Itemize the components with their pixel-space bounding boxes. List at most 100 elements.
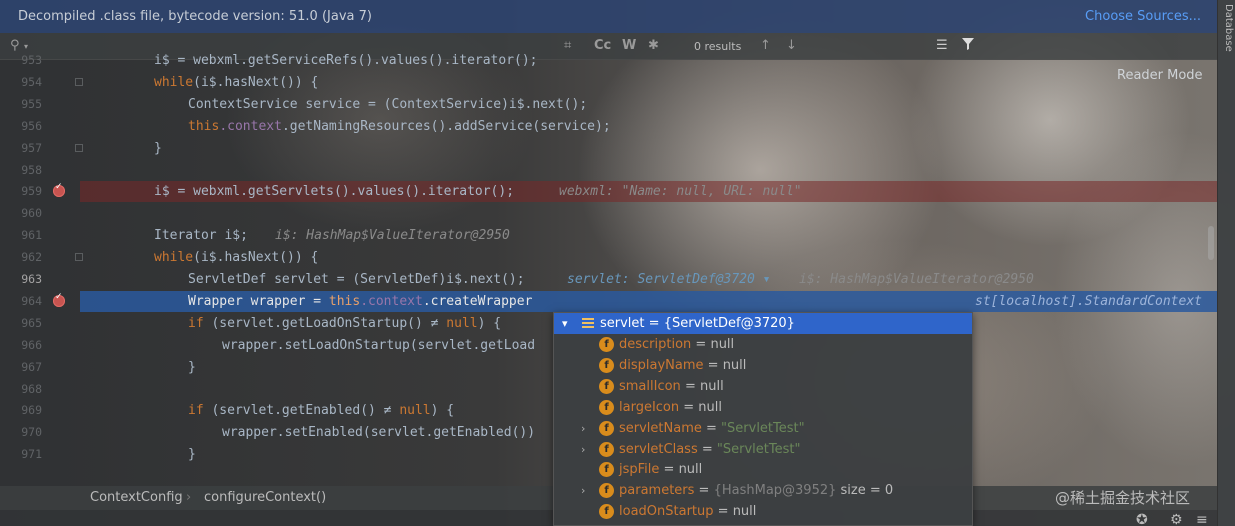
code-line[interactable]: this.context.getNamingResources().addSer… — [80, 116, 1217, 137]
code-line[interactable]: } — [80, 138, 1217, 159]
debugger-settings-icon[interactable]: ✪ — [1136, 512, 1148, 526]
code-line[interactable]: Wrapper wrapper = this.context.createWra… — [80, 290, 1217, 312]
tree-row-jspfile[interactable]: f jspFile = null — [554, 459, 972, 480]
field-icon: f — [599, 483, 614, 499]
decompiled-banner: Decompiled .class file, bytecode version… — [0, 0, 1217, 33]
code-text: wrapper.setEnabled(servlet.getEnabled()) — [222, 425, 536, 441]
field-value: "ServletTest" — [721, 420, 805, 436]
field-value: "ServletTest" — [716, 441, 801, 457]
line-number[interactable]: 968 — [0, 379, 42, 400]
line-number[interactable]: 960 — [0, 203, 42, 224]
chevron-right-icon[interactable]: › — [581, 439, 585, 460]
field-icon: f — [599, 378, 614, 394]
field-name: smallIcon — [619, 378, 681, 394]
code-text: this.context.getNamingResources().addSer… — [188, 118, 611, 134]
code-line[interactable]: i$ = webxml.getServlets().values().itera… — [80, 181, 1217, 203]
field-value: null — [699, 378, 724, 394]
line-number[interactable]: 965 — [0, 313, 42, 334]
chevron-down-icon[interactable]: ▾ — [562, 313, 568, 334]
more-icon[interactable]: ≡ — [1196, 512, 1208, 526]
right-tool-sidebar: Database — [1217, 0, 1235, 526]
tree-row-servletname[interactable]: › f servletName = "ServletTest" — [554, 418, 972, 439]
field-name: jspFile — [619, 462, 660, 478]
object-icon — [582, 318, 594, 329]
variable-inspector-popup[interactable]: ▾ servlet = {ServletDef@3720} f descripti… — [553, 312, 973, 526]
code-text: wrapper.setLoadOnStartup(servlet.getLoad — [222, 337, 536, 353]
code-line[interactable] — [80, 160, 1217, 181]
code-line[interactable]: while(i$.hasNext()) { — [80, 247, 1217, 268]
line-number[interactable]: 962 — [0, 247, 42, 268]
line-number[interactable]: 959 — [0, 181, 42, 202]
var-value: {ServletDef@3720} — [663, 316, 795, 331]
tree-row-parameters[interactable]: › f parameters = {HashMap@3952} size = 0 — [554, 480, 972, 501]
line-number[interactable]: 963 — [0, 269, 42, 290]
field-icon: f — [599, 420, 614, 436]
line-number[interactable]: 955 — [0, 94, 42, 115]
field-icon: f — [599, 337, 614, 352]
tree-row-displayname[interactable]: f displayName = null — [554, 355, 972, 376]
watermark: @稀土掘金技术社区 — [1055, 489, 1191, 507]
chevron-right-icon[interactable]: › — [581, 480, 585, 501]
field-value: null — [698, 399, 722, 415]
code-line[interactable]: ServletDef servlet = (ServletDef)i$.next… — [80, 269, 1217, 290]
choose-sources-link[interactable]: Choose Sources... — [1085, 9, 1201, 24]
inline-debug-value[interactable]: servlet: ServletDef@3720 ▾ — [567, 269, 771, 290]
chevron-right-icon[interactable]: › — [581, 418, 585, 439]
tree-row-servlet[interactable]: ▾ servlet = {ServletDef@3720} — [554, 313, 972, 334]
tree-row-smallicon[interactable]: f smallIcon = null — [554, 376, 972, 397]
equals-sign: = — [680, 378, 700, 394]
line-number[interactable]: 964 — [0, 291, 42, 312]
code-line[interactable] — [80, 203, 1217, 224]
inline-debug-value: i$: HashMap$ValueIterator@2950 — [275, 228, 510, 244]
equals-sign: = — [679, 399, 699, 415]
code-text: if (servlet.getLoadOnStartup() ≠ null) { — [188, 315, 502, 331]
field-name: parameters — [619, 483, 695, 499]
code-line[interactable]: ContextService service = (ContextService… — [80, 94, 1217, 115]
line-number[interactable]: 966 — [0, 335, 42, 356]
breadcrumb-method[interactable]: configureContext() — [204, 490, 326, 505]
code-line[interactable]: while(i$.hasNext()) { — [80, 72, 1217, 93]
code-text: ServletDef servlet = (ServletDef)i$.next… — [188, 272, 525, 287]
line-number[interactable]: 967 — [0, 357, 42, 378]
line-number[interactable]: 958 — [0, 160, 42, 181]
code-line[interactable]: Iterator i$; i$: HashMap$ValueIterator@29… — [80, 225, 1217, 246]
equals-sign: = — [701, 420, 722, 436]
line-number[interactable]: 957 — [0, 138, 42, 159]
var-name: servlet — [600, 316, 645, 331]
line-number[interactable]: 969 — [0, 400, 42, 421]
banner-text: Decompiled .class file, bytecode version… — [18, 9, 372, 24]
field-extra: size = 0 — [836, 483, 894, 499]
breadcrumb-class[interactable]: ContextConfig — [90, 490, 183, 505]
field-icon: f — [599, 399, 614, 415]
code-text: i$ = webxml.getServlets().values().itera… — [154, 184, 515, 200]
tree-row-loadonstartup[interactable]: f loadOnStartup = null — [554, 501, 972, 522]
field-value: null — [710, 337, 735, 352]
field-name: servletName — [619, 420, 702, 436]
gear-icon[interactable]: ⚙ — [1170, 512, 1183, 526]
line-number[interactable]: 971 — [0, 444, 42, 465]
code-line[interactable]: i$ = webxml.getServiceRefs().values().it… — [80, 50, 1217, 71]
field-value: null — [732, 504, 757, 520]
line-number[interactable]: 961 — [0, 225, 42, 246]
code-text: Iterator i$; — [154, 228, 248, 244]
inline-debug-value: st[localhost].StandardContext — [975, 293, 1202, 309]
code-text: i$ = webxml.getServiceRefs().values().it… — [154, 53, 538, 68]
line-number[interactable]: 953 — [0, 50, 42, 71]
editor-scrollbar-thumb[interactable] — [1208, 226, 1214, 260]
line-number[interactable]: 954 — [0, 72, 42, 93]
tree-row-description[interactable]: f description = null — [554, 334, 972, 355]
code-text: } — [188, 359, 196, 375]
line-number[interactable]: 956 — [0, 116, 42, 137]
field-name: servletClass — [619, 441, 698, 457]
field-name: largeIcon — [619, 399, 680, 415]
tree-row-largeicon[interactable]: f largeIcon = null — [554, 397, 972, 418]
tree-row-servletclass[interactable]: › f servletClass = "ServletTest" — [554, 439, 972, 460]
equals-sign: = — [697, 441, 717, 457]
breakpoint-icon[interactable] — [53, 292, 65, 307]
line-number[interactable]: 970 — [0, 422, 42, 443]
breadcrumb-separator: › — [186, 490, 192, 505]
database-tool-tab[interactable]: Database — [1220, 4, 1234, 64]
inline-debug-value: i$: HashMap$ValueIterator@2950 — [799, 272, 1034, 287]
field-icon: f — [599, 441, 614, 457]
equals-sign: = — [659, 462, 679, 478]
